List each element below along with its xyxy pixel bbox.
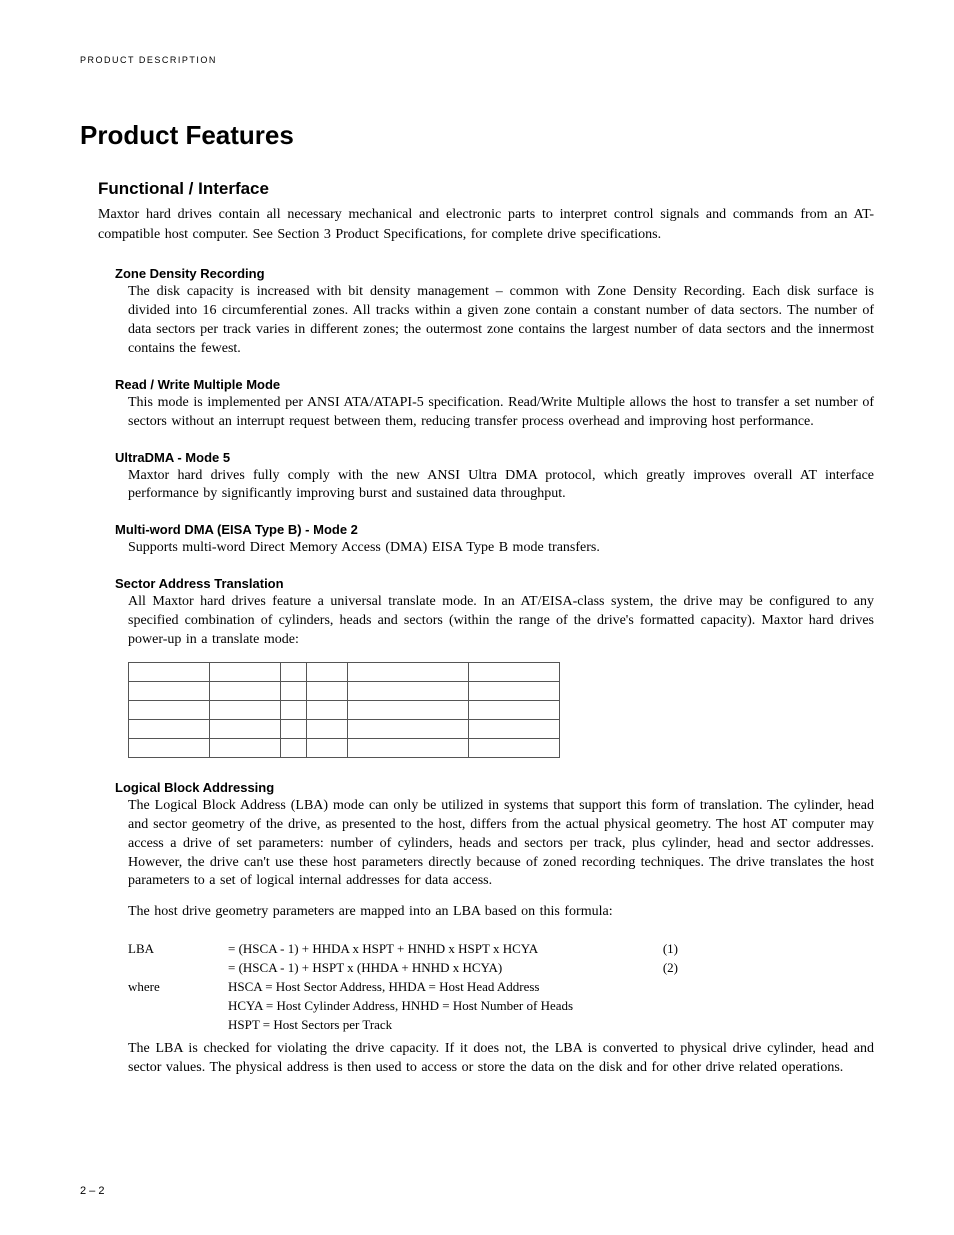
body-text: The disk capacity is increased with bit …	[128, 283, 874, 359]
table-cell	[281, 681, 307, 700]
formula-expr: HSCA = Host Sector Address, HHDA = Host …	[228, 978, 638, 997]
table-cell	[307, 700, 348, 719]
table-cell	[469, 662, 560, 681]
body-text: The LBA is checked for violating the dri…	[128, 1040, 874, 1078]
table-cell	[348, 738, 469, 757]
table-cell	[469, 700, 560, 719]
table-cell	[307, 681, 348, 700]
body-text: The Logical Block Address (LBA) mode can…	[128, 797, 874, 891]
formula-label: where	[128, 978, 228, 997]
formula-expr: HCYA = Host Cylinder Address, HNHD = Hos…	[228, 997, 638, 1016]
document-page: PRODUCT DESCRIPTION Product Features Fun…	[0, 0, 954, 1235]
table-cell	[307, 738, 348, 757]
table-cell	[348, 662, 469, 681]
page-header-label: PRODUCT DESCRIPTION	[80, 55, 874, 65]
table-cell	[348, 681, 469, 700]
section-heading-functional: Functional / Interface	[98, 179, 874, 199]
body-text: This mode is implemented per ANSI ATA/AT…	[128, 394, 874, 432]
table-cell	[210, 681, 281, 700]
formula-label: LBA	[128, 940, 228, 959]
sub-heading-zone-density: Zone Density Recording	[115, 266, 874, 281]
table-cell	[348, 719, 469, 738]
table-cell	[281, 738, 307, 757]
blank-table	[128, 662, 560, 758]
formula-label	[128, 1016, 228, 1035]
body-text: Supports multi-word Direct Memory Access…	[128, 539, 874, 558]
page-title: Product Features	[80, 120, 874, 151]
sub-heading-multiword-dma: Multi-word DMA (EISA Type B) - Mode 2	[115, 522, 874, 537]
formula-label	[128, 997, 228, 1016]
body-text: Maxtor hard drives fully comply with the…	[128, 467, 874, 505]
formula-expr: = (HSCA - 1) + HHDA x HSPT + HNHD x HSPT…	[228, 940, 638, 959]
table-cell	[129, 738, 210, 757]
sub-heading-ultradma: UltraDMA - Mode 5	[115, 450, 874, 465]
body-text: All Maxtor hard drives feature a univers…	[128, 593, 874, 650]
formula-eqnum	[638, 978, 678, 997]
sub-heading-sector-translation: Sector Address Translation	[115, 576, 874, 591]
table-cell	[210, 719, 281, 738]
table-cell	[281, 700, 307, 719]
formula-expr: = (HSCA - 1) + HSPT x (HHDA + HNHD x HCY…	[228, 959, 638, 978]
table-cell	[129, 719, 210, 738]
table-cell	[129, 681, 210, 700]
sub-heading-rw-multiple: Read / Write Multiple Mode	[115, 377, 874, 392]
sub-heading-lba: Logical Block Addressing	[115, 780, 874, 795]
body-text: The host drive geometry parameters are m…	[128, 903, 874, 922]
table-cell	[281, 662, 307, 681]
page-number: 2 – 2	[80, 1185, 104, 1197]
formula-eqnum: (2)	[638, 959, 678, 978]
table-cell	[307, 719, 348, 738]
formula-expr: HSPT = Host Sectors per Track	[228, 1016, 638, 1035]
table-cell	[210, 662, 281, 681]
table-cell	[469, 719, 560, 738]
table-cell	[281, 719, 307, 738]
table-cell	[469, 681, 560, 700]
table-cell	[210, 700, 281, 719]
formula-label	[128, 959, 228, 978]
table-cell	[210, 738, 281, 757]
table-cell	[129, 662, 210, 681]
lba-formula: LBA = (HSCA - 1) + HHDA x HSPT + HNHD x …	[128, 940, 874, 1034]
table-cell	[307, 662, 348, 681]
table-cell	[348, 700, 469, 719]
intro-paragraph: Maxtor hard drives contain all necessary…	[98, 205, 874, 244]
formula-eqnum: (1)	[638, 940, 678, 959]
table-cell	[129, 700, 210, 719]
table-cell	[469, 738, 560, 757]
